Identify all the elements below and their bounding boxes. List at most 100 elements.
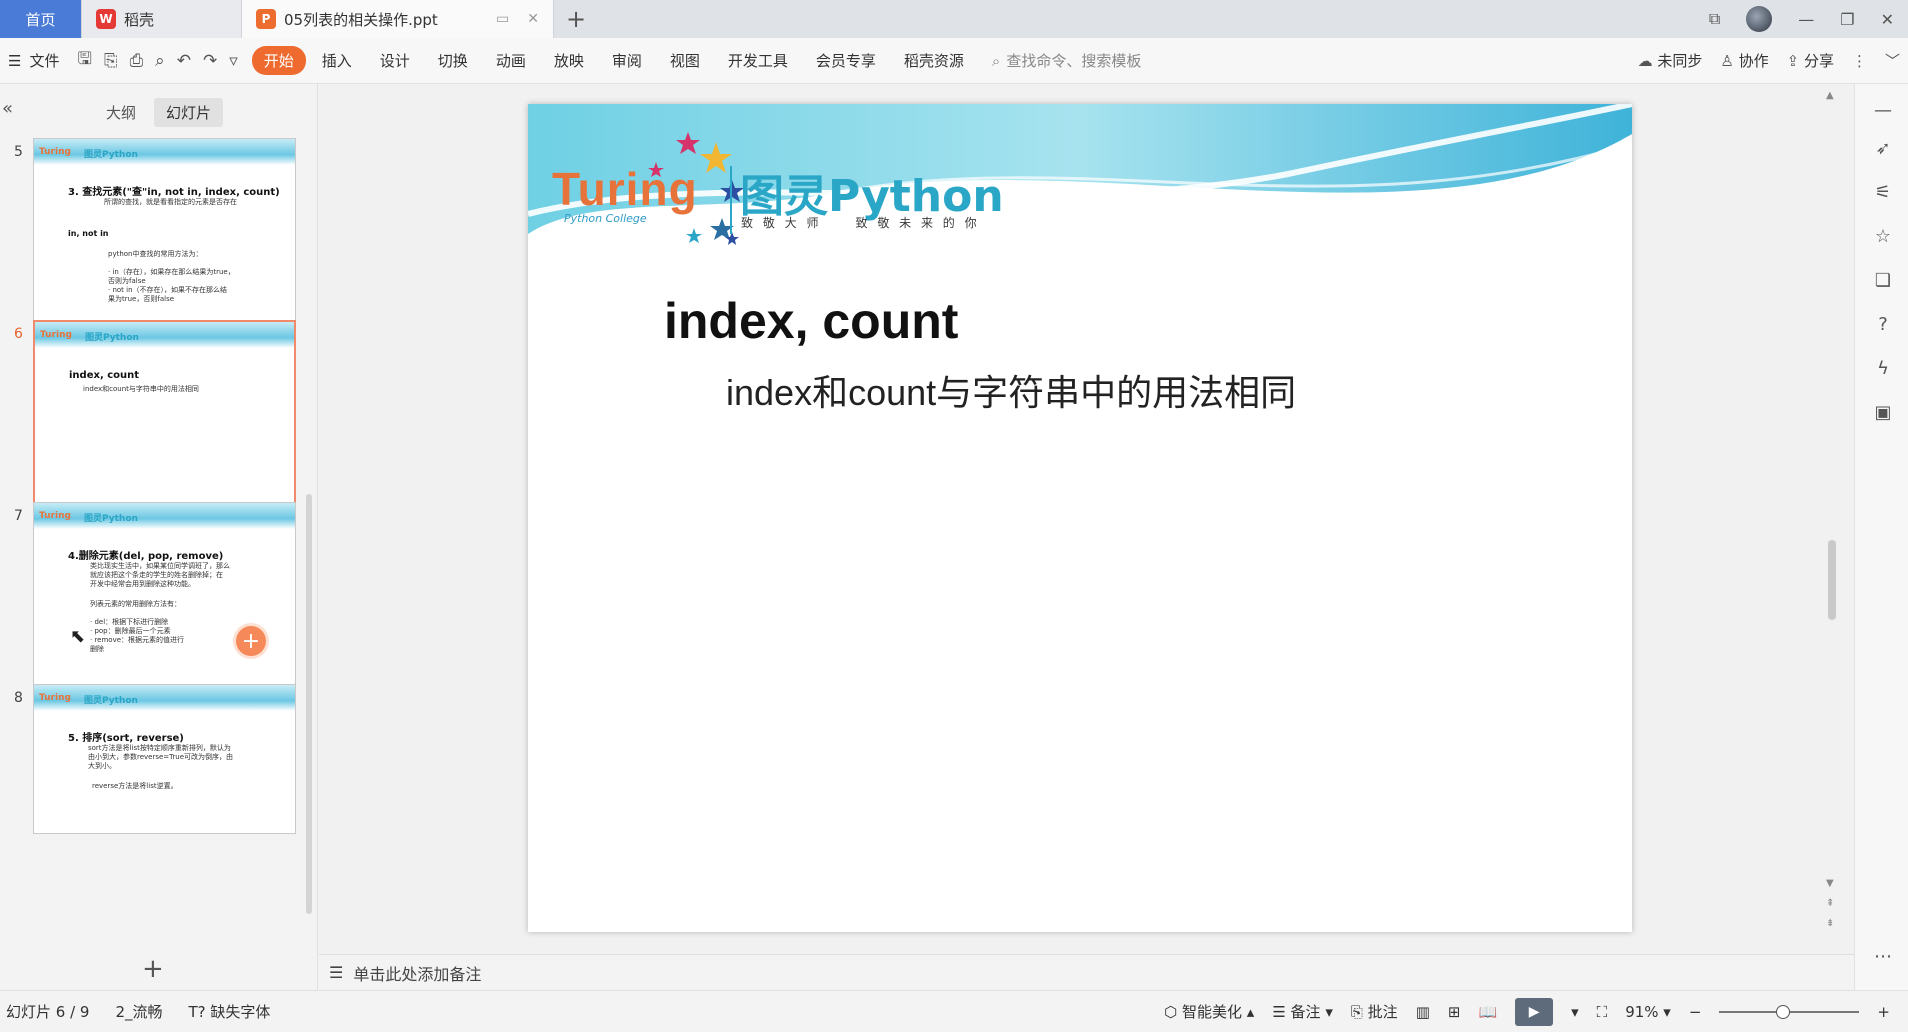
thumbnail-text-line: 大到小。 [88,762,116,770]
slide-thumbnail[interactable]: Turing 图灵Python 3. 查找元素("查"in, not in, ind… [33,138,296,338]
tab-home[interactable]: 首页 [0,0,82,38]
sync-button[interactable]: ☁ 未同步 [1638,50,1703,71]
search-placeholder: 查找命令、搜索模板 [1006,52,1142,70]
float-window-icon[interactable]: ▭ [496,11,509,27]
current-slide[interactable]: Turing Python College 图灵Python 致 敬 大 师 致… [528,104,1632,932]
menu-tab-5[interactable]: 放映 [542,46,596,75]
notes-bar[interactable]: ☰ 单击此处添加备注 [319,954,1854,990]
collaborate-icon: ♙ [1720,52,1734,70]
tab-docer[interactable]: W 稻壳 [82,0,242,38]
close-tab-icon[interactable]: ✕ [527,11,539,27]
quick-access-dropdown-icon[interactable]: ▿ [229,51,238,71]
new-tab-button[interactable]: + [554,0,598,38]
notes-toggle-icon: ☰ [1272,1003,1286,1021]
menu-tab-1[interactable]: 插入 [310,46,364,75]
zoom-slider-knob[interactable] [1776,1004,1791,1019]
redo-icon[interactable]: ↷ [203,51,217,71]
collapse-ribbon-icon[interactable]: ﹀ [1885,50,1900,71]
tab-slides[interactable]: 幻灯片 [154,98,224,127]
hamburger-icon: ☰ [8,51,22,70]
prev-slide-icon[interactable]: ⇞ [1826,898,1834,909]
slide-library-icon[interactable]: ❏ [1871,268,1895,292]
tab-outline[interactable]: 大纲 [94,98,148,127]
slide-thumbnail[interactable]: Turing 图灵Python 5. 排序(sort, reverse) sort方法… [33,684,296,834]
close-window-icon[interactable]: ✕ [1881,10,1894,29]
adjust-icon[interactable]: ⚟ [1871,180,1895,204]
thumbnail-text-line: 开发中经常会用到删除这种功能。 [90,580,195,588]
zoom-out-icon[interactable]: − [1689,1003,1702,1021]
quick-access-toolbar: 🖫 ⎘ ⎙ ⌕ ↶ ↷ ▿ [77,46,237,75]
print-preview-icon[interactable]: ⌕ [155,51,165,71]
comment-icon: ⎘ [1350,1003,1363,1021]
slide-sorter-icon[interactable]: ⊞ [1448,1003,1461,1021]
menu-tab-3[interactable]: 切换 [426,46,480,75]
thumbnail-scrollbar[interactable] [306,494,312,914]
notes-toggle-button[interactable]: ☰ 备注 ▾ [1272,1001,1333,1022]
lightning-icon[interactable]: ϟ [1871,356,1895,380]
slide-title[interactable]: index, count [664,292,958,350]
more-options-icon[interactable]: ⋮ [1852,52,1867,70]
zoom-slider[interactable] [1719,1004,1860,1019]
help-icon[interactable]: ? [1871,312,1895,336]
menu-tab-6[interactable]: 审阅 [600,46,654,75]
zoom-level[interactable]: 91% ▾ [1625,1003,1671,1021]
canvas-scroll-thumb[interactable] [1828,540,1836,620]
thumbnail-text-line: reverse方法是将list逆置。 [92,782,178,790]
rocket-icon[interactable]: ➶ [1871,136,1895,160]
slideshow-play-button[interactable]: ▶ [1515,997,1554,1026]
missing-font-button[interactable]: T? 缺失字体 [189,1001,271,1022]
undo-icon[interactable]: ↶ [177,51,191,71]
thumbnail-title: index, count [69,370,140,381]
collapse-panel-icon[interactable]: « [2,98,13,119]
menu-tab-0[interactable]: 开始 [251,46,306,75]
star-icon[interactable]: ☆ [1871,224,1895,248]
slide-number: 6 [14,326,23,342]
theme-name[interactable]: 2_流畅 [115,1001,162,1022]
print-icon[interactable]: ⎙ [130,51,144,71]
restore-icon[interactable]: ❐ [1840,10,1854,29]
comments-label: 批注 [1367,1003,1398,1021]
smart-beautify-button[interactable]: ⬡ 智能美化 ▴ [1164,1001,1254,1022]
slide-number: 8 [14,690,23,706]
thumbnail-header-wave [34,685,295,711]
scroll-up-icon[interactable]: ▲ [1826,90,1834,101]
scroll-down-icon[interactable]: ▼ [1826,878,1834,889]
canvas-scrollbar[interactable]: ▲ ▼ ⇞ ⇟ [1824,90,1840,950]
slide-thumbnail[interactable]: Turing 图灵Python index, count index和count与字符… [33,320,296,520]
file-menu-button[interactable]: ☰ 文件 [8,50,59,71]
slideshow-options-icon[interactable]: ▾ [1571,1003,1579,1021]
menu-tab-2[interactable]: 设计 [368,46,422,75]
reading-view-icon[interactable]: 📖 [1478,1003,1497,1021]
slide-thumbnail[interactable]: Turing 图灵Python 4.删除元素(del, pop, remove) 类比… [33,502,296,702]
add-slide-button[interactable]: + [142,954,164,984]
thumbnail-header-wave [34,139,295,165]
user-avatar[interactable] [1746,6,1773,32]
collaborate-button[interactable]: ♙ 协作 [1720,50,1768,71]
image-tools-icon[interactable]: ▣ [1871,400,1895,424]
command-search[interactable]: ⌕ 查找命令、搜索模板 [992,50,1141,71]
next-slide-icon[interactable]: ⇟ [1826,918,1834,929]
normal-view-icon[interactable]: ▥ [1416,1003,1430,1021]
export-pdf-icon[interactable]: ⎘ [104,51,118,71]
minimize-icon[interactable]: — [1798,10,1814,29]
menu-tab-8[interactable]: 开发工具 [716,46,800,75]
tab-document[interactable]: P 05列表的相关操作.ppt ▭ ✕ [242,0,554,38]
menu-tab-9[interactable]: 会员专享 [804,46,888,75]
thumbnail-brand-left: Turing [39,511,71,521]
right-sidebar: — ➶ ⚟ ☆ ❏ ? ϟ ▣ ⋯ [1854,84,1908,990]
slide-body-text[interactable]: index和count与字符串中的用法相同 [726,364,1296,416]
insert-slide-after-button[interactable]: + [236,626,266,656]
sidebar-collapse-icon[interactable]: — [1871,98,1895,122]
menu-tab-4[interactable]: 动画 [484,46,538,75]
fit-window-icon[interactable]: ⛶ [1597,1003,1608,1021]
more-tools-icon[interactable]: ⋯ [1871,944,1895,968]
menu-tab-10[interactable]: 稻壳资源 [892,46,976,75]
share-button[interactable]: ⇪ 分享 [1787,50,1834,71]
view-tabs: 大纲 幻灯片 [94,98,224,127]
comments-button[interactable]: ⎘ 批注 [1351,1001,1398,1022]
zoom-in-icon[interactable]: + [1877,1003,1890,1021]
save-icon[interactable]: 🖫 [77,46,91,75]
thumbnail-text-line: 删除 [90,645,104,653]
menu-tab-7[interactable]: 视图 [658,46,712,75]
workspace-icon[interactable]: ⧉ [1709,9,1720,29]
